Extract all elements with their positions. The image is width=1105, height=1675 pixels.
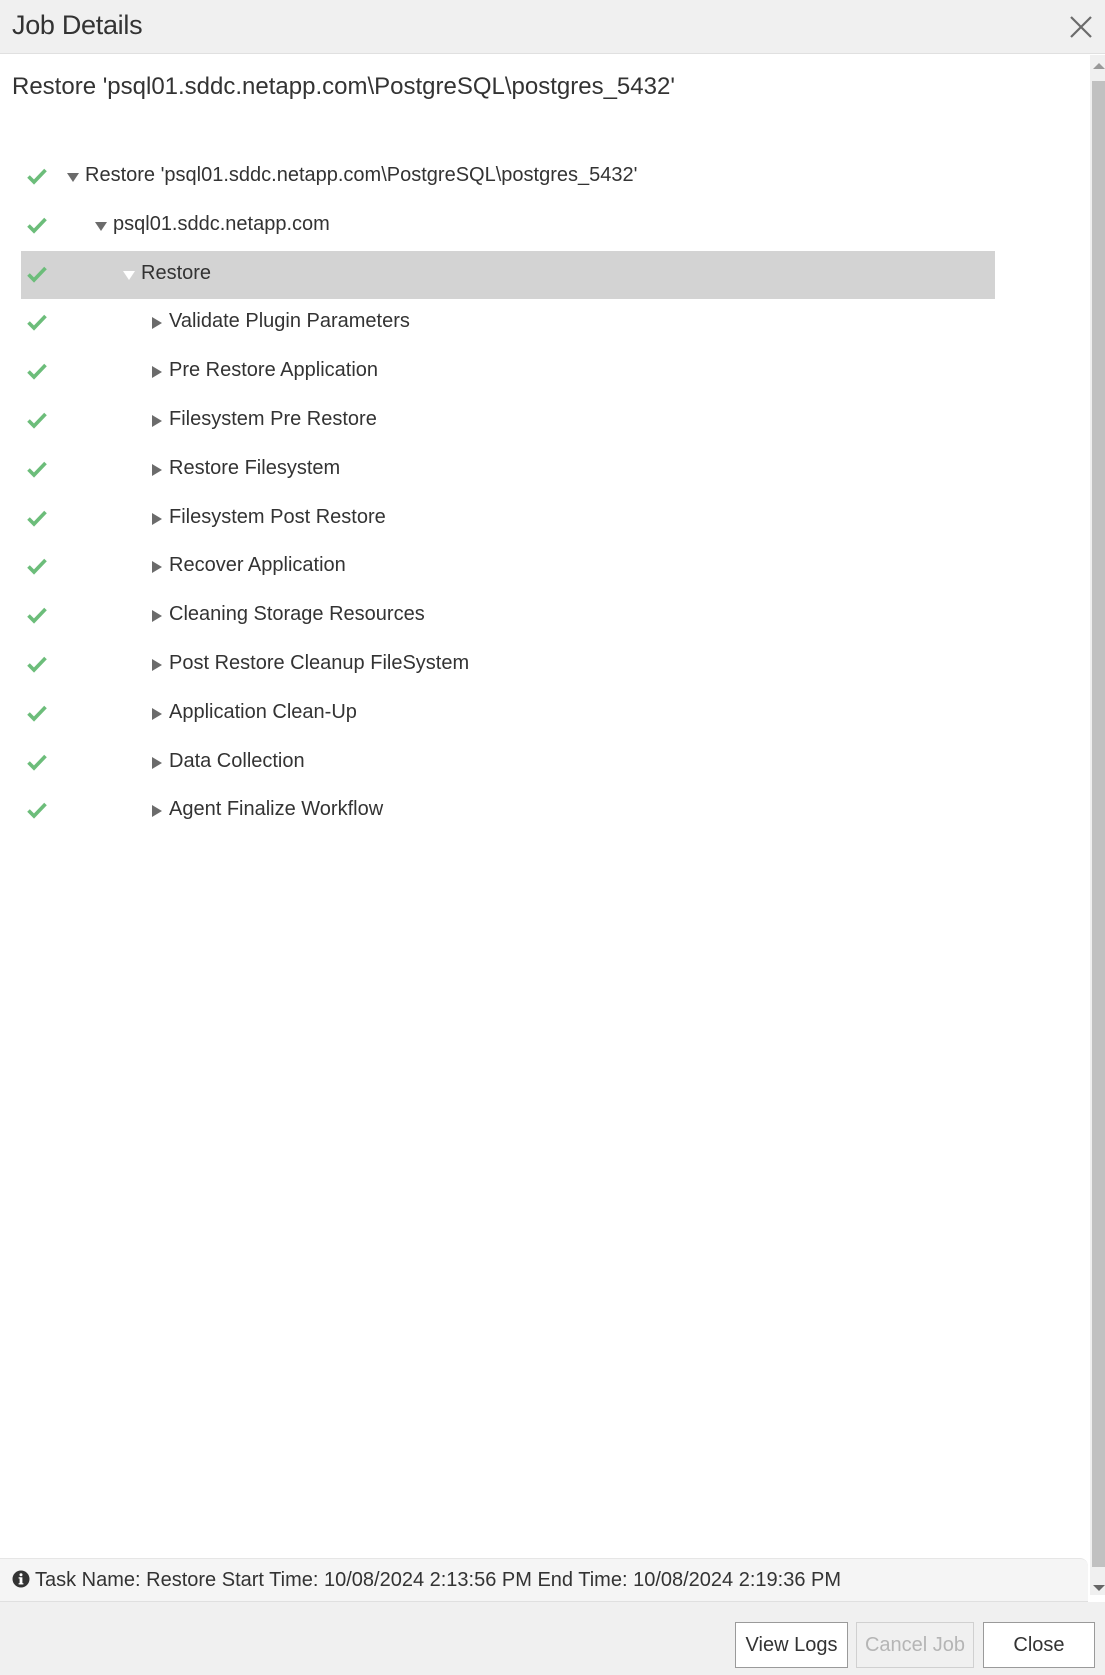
tree-row-label: psql01.sddc.netapp.com <box>113 212 330 235</box>
tree-row[interactable]: Data Collection <box>21 739 995 787</box>
caret-right-icon[interactable] <box>151 756 163 769</box>
dialog-header: Job Details <box>0 0 1105 54</box>
tree-row[interactable]: Filesystem Pre Restore <box>21 397 995 445</box>
tree-row[interactable]: Application Clean-Up <box>21 690 995 738</box>
close-button[interactable]: Close <box>983 1622 1095 1668</box>
caret-right-icon[interactable] <box>151 365 163 379</box>
dialog-title: Job Details <box>12 10 143 40</box>
tree-row[interactable]: Cleaning Storage Resources <box>21 592 995 640</box>
scroll-down-arrow-icon[interactable] <box>1093 1585 1105 1591</box>
tree-row[interactable]: Restore Filesystem <box>21 446 995 494</box>
tree-row[interactable]: Filesystem Post Restore <box>21 495 995 543</box>
success-check-icon <box>27 216 47 234</box>
caret-right-icon[interactable] <box>151 609 163 623</box>
tree-row-label: Restore <box>141 261 212 284</box>
success-check-icon <box>27 557 47 575</box>
caret-right-icon[interactable] <box>151 463 163 476</box>
success-check-icon <box>27 167 47 185</box>
tree-row-label: Filesystem Post Restore <box>169 505 386 528</box>
caret-right-icon[interactable] <box>151 512 163 525</box>
info-icon <box>12 1570 30 1588</box>
tree-row[interactable]: psql01.sddc.netapp.com <box>21 202 995 250</box>
success-check-icon <box>27 313 47 331</box>
scroll-up-arrow-icon[interactable] <box>1093 63 1105 69</box>
close-icon[interactable] <box>1068 14 1094 40</box>
scrollbar-thumb[interactable] <box>1092 81 1105 1567</box>
tree-row[interactable]: Agent Finalize Workflow <box>21 787 995 835</box>
caret-right-icon[interactable] <box>151 707 163 720</box>
tree-row-label: Validate Plugin Parameters <box>169 310 410 333</box>
caret-right-icon[interactable] <box>151 804 163 818</box>
view-logs-button[interactable]: View Logs <box>735 1622 848 1668</box>
task-info-bar: Task Name: Restore Start Time: 10/08/202… <box>0 1558 1088 1602</box>
tree-row-label: Cleaning Storage Resources <box>169 603 425 626</box>
cancel-job-button: Cancel Job <box>856 1622 974 1668</box>
tree-row-label: Agent Finalize Workflow <box>169 798 384 821</box>
caret-right-icon[interactable] <box>151 560 163 574</box>
tree-row[interactable]: Recover Application <box>21 543 995 591</box>
caret-down-icon[interactable] <box>123 268 135 280</box>
success-check-icon <box>27 362 47 380</box>
success-check-icon <box>27 265 47 283</box>
task-info-text: Task Name: Restore Start Time: 10/08/202… <box>35 1569 842 1591</box>
success-check-icon <box>27 460 47 478</box>
caret-right-icon[interactable] <box>151 316 163 330</box>
tree-row-label: Restore 'psql01.sddc.netapp.com\PostgreS… <box>85 164 638 186</box>
tree-row[interactable]: Post Restore Cleanup FileSystem <box>21 641 995 689</box>
tree-row-label: Pre Restore Application <box>169 359 379 382</box>
vertical-scrollbar[interactable] <box>1090 55 1105 1595</box>
caret-down-icon[interactable] <box>67 170 79 182</box>
success-check-icon <box>27 411 47 429</box>
success-check-icon <box>27 753 47 771</box>
tree-row-label: Recover Application <box>169 554 346 577</box>
caret-right-icon[interactable] <box>151 414 163 427</box>
job-details-content: Restore 'psql01.sddc.netapp.com\PostgreS… <box>0 55 1090 1558</box>
caret-down-icon[interactable] <box>95 219 107 231</box>
tree-row-label: Restore Filesystem <box>169 456 341 479</box>
caret-right-icon[interactable] <box>151 658 163 671</box>
success-check-icon <box>27 655 47 673</box>
success-check-icon <box>27 509 47 527</box>
tree-row[interactable]: Validate Plugin Parameters <box>21 299 995 347</box>
success-check-icon <box>27 606 47 624</box>
tree-row[interactable]: Restore <box>21 250 995 299</box>
tree-row-label: Post Restore Cleanup FileSystem <box>169 652 470 674</box>
tree-row[interactable]: Restore 'psql01.sddc.netapp.com\PostgreS… <box>21 153 995 201</box>
tree-row-label: Application Clean-Up <box>169 700 357 723</box>
success-check-icon <box>27 801 47 819</box>
success-check-icon <box>27 704 47 722</box>
job-title: Restore 'psql01.sddc.netapp.com\PostgreS… <box>12 73 675 100</box>
tree-row-label: Filesystem Pre Restore <box>169 408 377 430</box>
tree-row-label: Data Collection <box>169 749 305 772</box>
dialog-footer: View Logs Cancel Job Close <box>0 1602 1105 1675</box>
tree-row[interactable]: Pre Restore Application <box>21 348 995 396</box>
